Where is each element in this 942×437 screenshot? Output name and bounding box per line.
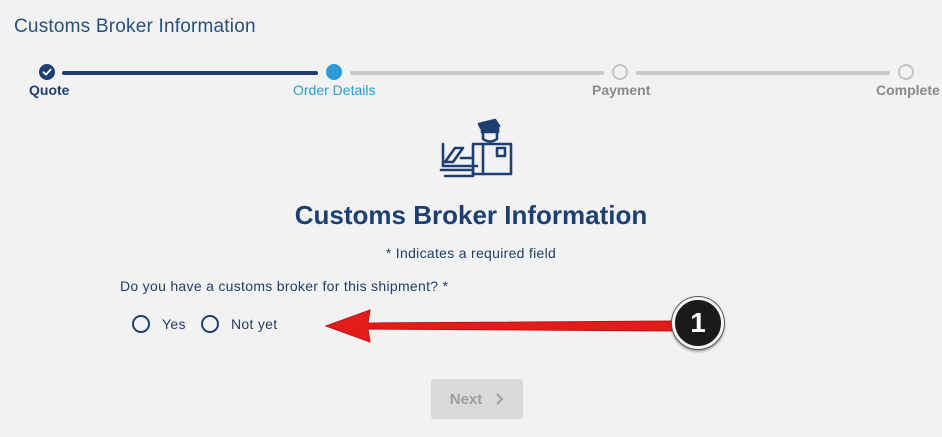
radio-yes-circle[interactable] [132, 315, 150, 333]
chevron-right-icon [496, 393, 504, 405]
step-label-complete: Complete [876, 82, 940, 98]
stepper-segment-2 [350, 71, 604, 75]
step-order-details-indicator [326, 64, 342, 80]
radio-yes-label: Yes [162, 316, 186, 332]
next-button[interactable]: Next [431, 379, 523, 419]
step-quote-check-icon [39, 64, 55, 80]
radio-not-yet-circle[interactable] [201, 315, 219, 333]
required-field-note: * Indicates a required field [385, 245, 557, 261]
radio-option-not-yet[interactable]: Not yet [201, 314, 277, 334]
radio-not-yet-label: Not yet [231, 316, 278, 332]
radio-option-yes[interactable]: Yes [132, 314, 186, 334]
step-label-payment: Payment [592, 82, 651, 98]
page-header-title: Customs Broker Information [14, 16, 256, 37]
step-label-quote: Quote [29, 82, 70, 98]
stepper-segment-1 [62, 71, 318, 75]
main-title: Customs Broker Information [294, 200, 648, 230]
customs-officer-icon [439, 118, 513, 178]
step-complete-indicator [898, 64, 914, 80]
customs-broker-question: Do you have a customs broker for this sh… [120, 278, 449, 294]
next-button-label: Next [449, 390, 483, 408]
step-label-order-details: Order Details [293, 82, 376, 98]
stepper-segment-3 [636, 71, 890, 75]
annotation-callout-number: 1 [672, 297, 724, 349]
progress-stepper: Quote Order Details Payment Complete [0, 60, 942, 110]
step-payment-indicator [612, 64, 628, 80]
